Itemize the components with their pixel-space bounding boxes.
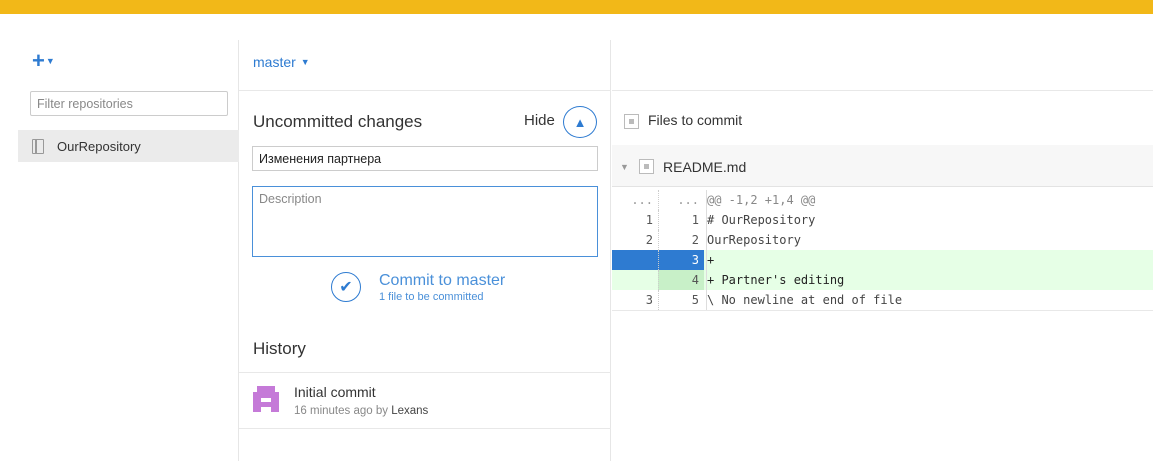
diff-panel: Files to commit ▼ README.md ... ... @@ -… [612, 40, 1153, 461]
divider [612, 310, 1153, 311]
history-title: History [253, 339, 306, 358]
chevron-up-icon: ▲ [573, 114, 587, 130]
hide-button[interactable]: ▲ [563, 106, 597, 138]
commit-meta: 16 minutes ago by Lexans [294, 405, 428, 417]
old-line-number: 3 [645, 293, 653, 307]
commit-description-field[interactable] [252, 186, 598, 257]
diff-view: ... ... @@ -1,2 +1,4 @@ 1 1 # OurReposit… [612, 190, 1153, 310]
commit-summary-input[interactable] [252, 146, 598, 171]
commit-message: Initial commit [294, 384, 376, 400]
diff-line-text: @@ -1,2 +1,4 @@ [706, 190, 815, 210]
old-line-number: 2 [645, 233, 653, 247]
diff-line-text: + Partner's editing [706, 270, 844, 290]
commit-button-icon[interactable]: ✔ [331, 272, 361, 302]
file-name: README.md [663, 159, 747, 175]
divider [239, 90, 611, 91]
divider [239, 428, 611, 429]
avatar [253, 384, 279, 414]
diff-line: 1 1 # OurRepository [612, 210, 1153, 230]
new-line-number: ... [658, 190, 704, 210]
commit-author: Lexans [391, 405, 429, 417]
repo-book-icon [32, 138, 44, 154]
divider [239, 372, 611, 373]
sidebar-item-ourrepository[interactable]: OurRepository [18, 130, 239, 162]
new-line-number: 4 [658, 270, 704, 290]
branch-selector[interactable]: master ▼ [253, 54, 310, 70]
diff-line-added[interactable]: 4 + Partner's editing [612, 270, 1153, 290]
new-line-number: 3 [658, 250, 704, 270]
uncommitted-changes-title: Uncommitted changes [253, 112, 423, 131]
old-line-number [612, 250, 658, 270]
diff-line: ... ... @@ -1,2 +1,4 @@ [612, 190, 1153, 210]
select-all-files-checkbox[interactable] [624, 114, 639, 129]
file-checkbox[interactable] [639, 159, 654, 174]
checkmark-icon: ✔ [339, 279, 353, 296]
commit-to-master-button[interactable]: Commit to master [379, 272, 505, 290]
file-header: ▼ README.md [612, 145, 1153, 187]
diff-line: 3 5 \ No newline at end of file [612, 290, 1153, 310]
new-line-number: 5 [658, 290, 704, 310]
diff-line-text: # OurRepository [706, 210, 815, 230]
chevron-down-icon: ▼ [45, 56, 55, 66]
filter-repositories-input[interactable] [30, 91, 228, 116]
diff-line: 2 2 OurRepository [612, 230, 1153, 250]
chevron-down-icon: ▼ [300, 57, 310, 67]
diff-line-text: \ No newline at end of file [706, 290, 902, 310]
files-to-commit-label: Files to commit [648, 112, 743, 128]
commit-time: 16 minutes ago by [294, 405, 388, 417]
repository-label: OurRepository [57, 138, 141, 154]
branch-name: master [253, 54, 296, 70]
changes-panel: master ▼ Uncommitted changes Hide ▲ ✔ Com… [239, 40, 611, 461]
add-repository-button[interactable]: +▼ [32, 50, 55, 72]
collapse-triangle-icon[interactable]: ▼ [620, 162, 629, 172]
hide-label[interactable]: Hide [524, 112, 555, 129]
new-line-number: 2 [658, 230, 704, 250]
diff-line-text: OurRepository [706, 230, 801, 250]
sidebar: +▼ OurRepository [18, 40, 239, 461]
plus-icon: + [32, 48, 45, 73]
divider [612, 90, 1153, 91]
old-line-number: ... [631, 193, 653, 207]
old-line-number [612, 270, 658, 290]
commit-file-count: 1 file to be committed [379, 291, 484, 303]
old-line-number: 1 [645, 213, 653, 227]
diff-line-added-selected[interactable]: 3 + [612, 250, 1153, 270]
new-line-number: 1 [658, 210, 704, 230]
window-accent-bar [0, 0, 1153, 14]
diff-line-text: + [706, 250, 714, 270]
